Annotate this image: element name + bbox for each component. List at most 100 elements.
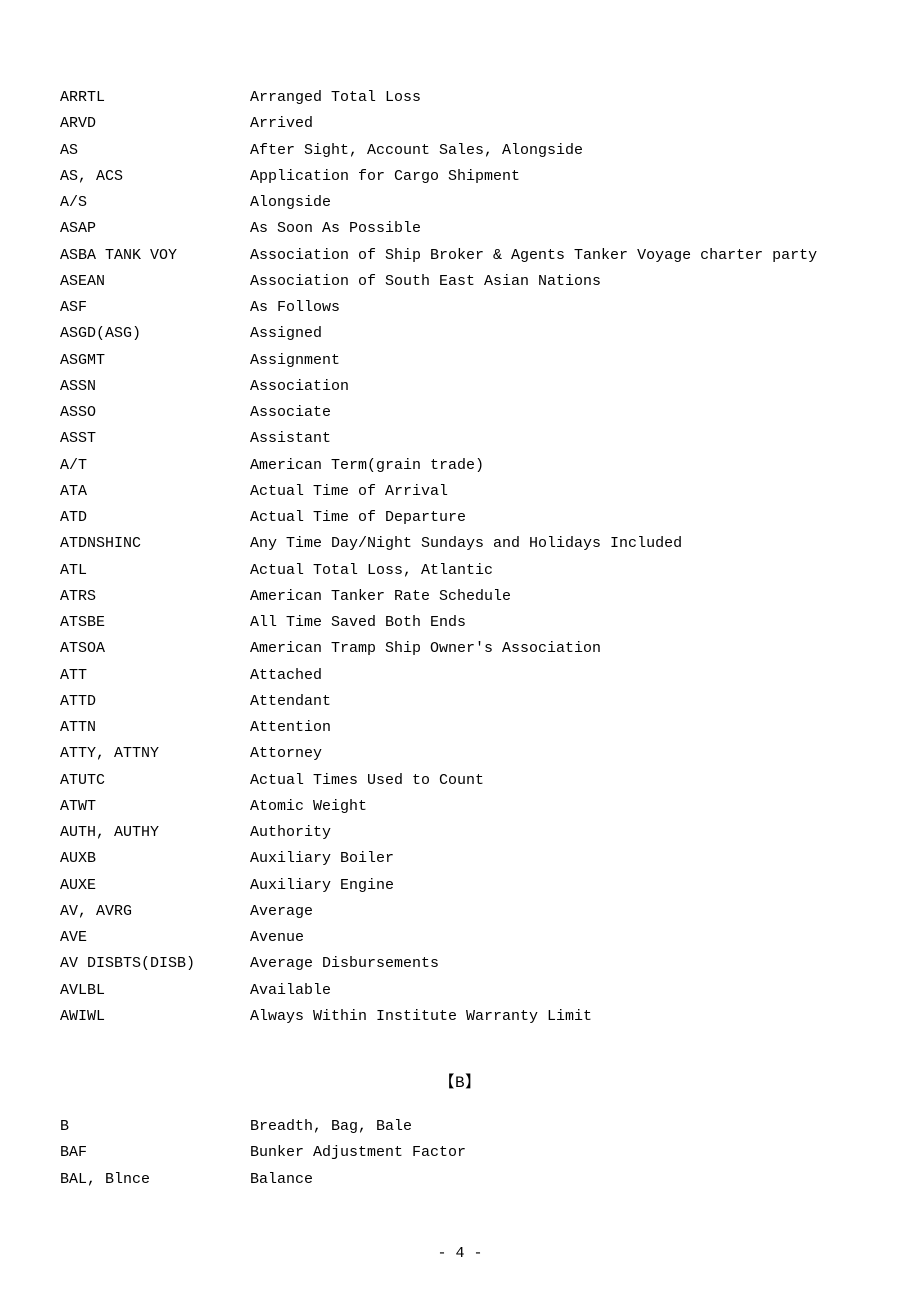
abbreviation: ASSO [60,400,250,426]
abbreviation: ASBA TANK VOY [60,243,250,269]
definition: Attached [250,663,860,689]
definition: American Tanker Rate Schedule [250,584,860,610]
definition: Assignment [250,348,860,374]
glossary-entry: BAL, BlnceBalance [60,1167,860,1193]
abbreviation: ATSOA [60,636,250,662]
definition: Auxiliary Engine [250,873,860,899]
definition: Authority [250,820,860,846]
abbreviation: ASF [60,295,250,321]
glossary-entry: ATLActual Total Loss, Atlantic [60,558,860,584]
abbreviation: ATD [60,505,250,531]
glossary-entry: ATTNAttention [60,715,860,741]
glossary-entry: ASGD(ASG)Assigned [60,321,860,347]
glossary-entry: AUTH, AUTHYAuthority [60,820,860,846]
glossary-entry: A/TAmerican Term(grain trade) [60,453,860,479]
glossary-entry: AVEAvenue [60,925,860,951]
abbreviation: ATTN [60,715,250,741]
glossary-entry: ASSOAssociate [60,400,860,426]
abbreviation: ATL [60,558,250,584]
definition: Average [250,899,860,925]
abbreviation: A/S [60,190,250,216]
glossary-entry: AUXBAuxiliary Boiler [60,846,860,872]
glossary-entry: ARRTLArranged Total Loss [60,85,860,111]
abbreviation: ASGD(ASG) [60,321,250,347]
abbreviation: ASSN [60,374,250,400]
glossary-entry: ASEANAssociation of South East Asian Nat… [60,269,860,295]
abbreviation: ASST [60,426,250,452]
definition: Balance [250,1167,860,1193]
definition: Associate [250,400,860,426]
glossary-entry: ASGMTAssignment [60,348,860,374]
abbreviation: AS [60,138,250,164]
abbreviation: B [60,1114,250,1140]
page-number: - 4 - [0,1245,920,1262]
abbreviation: A/T [60,453,250,479]
glossary-entry: A/SAlongside [60,190,860,216]
abbreviation: AV, AVRG [60,899,250,925]
abbreviation: ATWT [60,794,250,820]
abbreviation: ASAP [60,216,250,242]
definition: As Follows [250,295,860,321]
glossary-entry: ASFAs Follows [60,295,860,321]
abbreviation: ATUTC [60,768,250,794]
glossary-entry: ATDActual Time of Departure [60,505,860,531]
abbreviation: ATDNSHINC [60,531,250,557]
glossary-entry: AS, ACSApplication for Cargo Shipment [60,164,860,190]
glossary-entry: ATTDAttendant [60,689,860,715]
abbreviation: AWIWL [60,1004,250,1030]
definition: Always Within Institute Warranty Limit [250,1004,860,1030]
glossary-entry: ATSBEAll Time Saved Both Ends [60,610,860,636]
definition: Avenue [250,925,860,951]
glossary-entry: AV DISBTS(DISB)Average Disbursements [60,951,860,977]
abbreviation: ARVD [60,111,250,137]
glossary-entry: ATUTCActual Times Used to Count [60,768,860,794]
glossary-entry: ASBA TANK VOYAssociation of Ship Broker … [60,243,860,269]
abbreviation: ASGMT [60,348,250,374]
section-header: 【B】 [60,1068,860,1092]
definition: Arranged Total Loss [250,85,860,111]
abbreviation: AUTH, AUTHY [60,820,250,846]
glossary-entry: ASSNAssociation [60,374,860,400]
definition: Bunker Adjustment Factor [250,1140,860,1166]
definition: American Tramp Ship Owner's Association [250,636,860,662]
abbreviation: AS, ACS [60,164,250,190]
definition: After Sight, Account Sales, Alongside [250,138,860,164]
definition: As Soon As Possible [250,216,860,242]
definition: Average Disbursements [250,951,860,977]
abbreviation: ATA [60,479,250,505]
abbreviation: BAF [60,1140,250,1166]
abbreviation: ATTD [60,689,250,715]
document-body: ARRTLArranged Total LossARVDArrivedASAft… [60,85,860,1193]
definition: Arrived [250,111,860,137]
definition: Attention [250,715,860,741]
definition: American Term(grain trade) [250,453,860,479]
glossary-entry: ATTY, ATTNYAttorney [60,741,860,767]
glossary-entry: AV, AVRGAverage [60,899,860,925]
glossary-entry: AWIWLAlways Within Institute Warranty Li… [60,1004,860,1030]
glossary-entry: BBreadth, Bag, Bale [60,1114,860,1140]
definition: Association [250,374,860,400]
definition: Any Time Day/Night Sundays and Holidays … [250,531,860,557]
definition: Actual Times Used to Count [250,768,860,794]
definition: Available [250,978,860,1004]
definition: All Time Saved Both Ends [250,610,860,636]
glossary-entry: ATTAttached [60,663,860,689]
abbreviation: AVLBL [60,978,250,1004]
definition: Attendant [250,689,860,715]
abbreviation: AUXE [60,873,250,899]
glossary-entry: AUXEAuxiliary Engine [60,873,860,899]
abbreviation: AVE [60,925,250,951]
abbreviation: ASEAN [60,269,250,295]
definition: Actual Time of Arrival [250,479,860,505]
glossary-entry: ATWTAtomic Weight [60,794,860,820]
glossary-entry: ATRSAmerican Tanker Rate Schedule [60,584,860,610]
glossary-entry: ARVDArrived [60,111,860,137]
definition: Actual Total Loss, Atlantic [250,558,860,584]
definition: Attorney [250,741,860,767]
glossary-entry: BAFBunker Adjustment Factor [60,1140,860,1166]
glossary-entry: ATSOAAmerican Tramp Ship Owner's Associa… [60,636,860,662]
definition: Association of South East Asian Nations [250,269,860,295]
definition: Alongside [250,190,860,216]
definition: Application for Cargo Shipment [250,164,860,190]
abbreviation: ATT [60,663,250,689]
